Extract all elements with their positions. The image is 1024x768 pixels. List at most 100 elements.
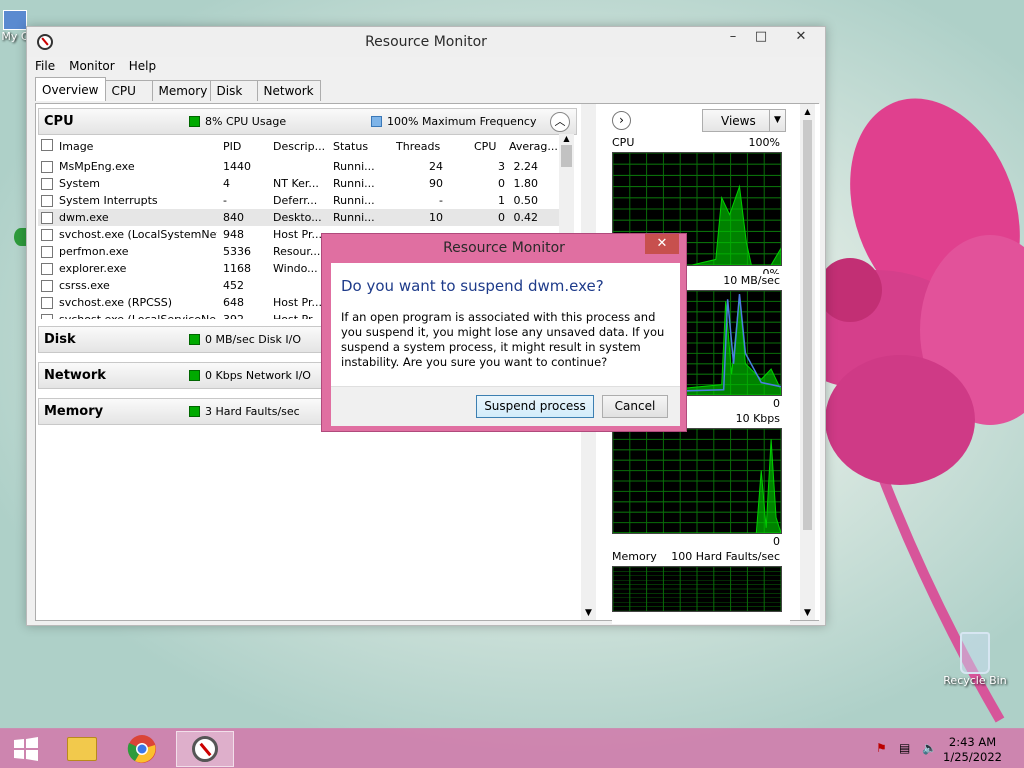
green-square-icon — [189, 370, 200, 381]
views-label: Views — [721, 114, 756, 128]
graph-memory: Memory 100 Hard Faults/sec — [612, 550, 790, 624]
row-checkbox[interactable] — [41, 246, 53, 258]
row-checkbox[interactable] — [41, 280, 53, 292]
start-button[interactable] — [0, 731, 52, 767]
table-row[interactable]: System 4 NT Ker... Runni... 90 0 1.80 — [38, 175, 559, 192]
row-checkbox[interactable] — [41, 314, 53, 319]
cell-image: svchost.exe (RPCSS) — [59, 296, 173, 309]
row-checkbox[interactable] — [41, 229, 53, 241]
network-status-icon[interactable]: ▤ — [899, 741, 910, 755]
col-pid[interactable]: PID — [223, 140, 241, 153]
row-checkbox[interactable] — [41, 263, 53, 275]
cell-pid: 948 — [223, 228, 244, 241]
graphs-scroll-up-icon[interactable]: ▲ — [800, 107, 815, 116]
cell-pid: 1440 — [223, 160, 251, 173]
dialog-close-button[interactable]: ✕ — [645, 234, 679, 254]
tab-memory[interactable]: Memory — [151, 80, 211, 101]
blue-square-icon — [371, 116, 382, 127]
col-status[interactable]: Status — [333, 140, 368, 153]
close-button[interactable]: ✕ — [779, 27, 823, 49]
col-image[interactable]: Image — [59, 140, 93, 153]
graph-name: Memory — [612, 550, 657, 563]
graph-network: Network10 Kbps0 — [612, 412, 790, 548]
cell-desc: Resour... — [273, 245, 321, 258]
clock-date: 1/25/2022 — [943, 750, 1002, 764]
col-average[interactable]: Averag... — [509, 140, 558, 153]
taskbar-chrome[interactable] — [116, 731, 168, 767]
scroll-down-arrow-icon[interactable]: ▼ — [581, 608, 596, 618]
cell-image: System Interrupts — [59, 194, 158, 207]
row-checkbox[interactable] — [41, 195, 53, 207]
windows-logo-icon — [14, 737, 38, 761]
cell-desc: Windo... — [273, 262, 318, 275]
suspend-process-button[interactable]: Suspend process — [476, 395, 594, 418]
col-threads[interactable]: Threads — [396, 140, 440, 153]
cell-desc: Host Pr... — [273, 313, 325, 319]
col-cpu[interactable]: CPU — [474, 140, 496, 153]
menu-help[interactable]: Help — [129, 59, 156, 77]
network-io-text: 0 Kbps Network I/O — [205, 369, 311, 382]
table-row[interactable]: dwm.exe 840 Deskto... Runni... 10 0 0.42 — [38, 209, 559, 226]
recycle-bin[interactable]: Recycle Bin — [942, 632, 1008, 687]
taskbar-resource-monitor[interactable] — [176, 731, 234, 767]
menu-file[interactable]: File — [35, 59, 55, 77]
views-button[interactable]: Views ▼ — [702, 109, 786, 132]
cell-desc: Host Pr... — [273, 296, 322, 309]
window-titlebar[interactable]: Resource Monitor – □ ✕ — [27, 27, 825, 57]
system-clock[interactable]: 2:43 AM 1/25/2022 — [943, 735, 1002, 765]
expand-chevron-right-icon[interactable]: › — [612, 111, 631, 130]
cell-image: csrss.exe — [59, 279, 110, 292]
cell-desc: NT Ker... — [273, 177, 319, 190]
row-checkbox[interactable] — [41, 178, 53, 190]
menu-bar: File Monitor Help — [35, 59, 156, 77]
cell-status: Runni... — [333, 160, 375, 173]
graphs-scroll-down-icon[interactable]: ▼ — [800, 608, 815, 618]
tab-cpu[interactable]: CPU — [104, 80, 153, 101]
cell-pid: 392 — [223, 313, 244, 319]
window-title: Resource Monitor — [365, 34, 487, 50]
col-description[interactable]: Descrip... — [273, 140, 325, 153]
select-all-checkbox[interactable] — [41, 139, 53, 151]
scrollbar-thumb[interactable] — [561, 145, 572, 167]
tab-disk[interactable]: Disk — [209, 80, 258, 101]
scroll-up-arrow-icon[interactable]: ▲ — [559, 134, 574, 143]
memory-section-title: Memory — [44, 404, 104, 419]
tab-overview[interactable]: Overview — [35, 77, 106, 101]
cell-threads: 24 — [429, 160, 443, 173]
cell-image: System — [59, 177, 101, 190]
minimize-button[interactable]: – — [721, 27, 745, 49]
graph-name: CPU — [612, 136, 635, 149]
dropdown-arrow-icon[interactable]: ▼ — [769, 110, 785, 131]
collapse-chevron-up-icon[interactable]: ︿ — [550, 112, 570, 132]
table-row[interactable]: System Interrupts - Deferr... Runni... -1 0.5… — [38, 192, 559, 209]
clock-time: 2:43 AM — [948, 735, 997, 749]
row-checkbox[interactable] — [41, 297, 53, 309]
cell-status: Runni... — [333, 211, 375, 224]
cancel-button[interactable]: Cancel — [602, 395, 668, 418]
menu-monitor[interactable]: Monitor — [69, 59, 115, 77]
cell-status: Runni... — [333, 177, 375, 190]
folder-icon — [67, 737, 97, 761]
taskbar-file-explorer[interactable] — [56, 731, 108, 767]
cell-image: dwm.exe — [59, 211, 109, 224]
row-checkbox[interactable] — [41, 212, 53, 224]
volume-muted-icon[interactable]: 🔈 — [922, 741, 937, 755]
graph-max-label: 100 Hard Faults/sec — [671, 550, 780, 563]
graphs-scrollbar-thumb[interactable] — [803, 120, 812, 530]
row-checkbox[interactable] — [41, 161, 53, 173]
computer-icon — [3, 10, 27, 30]
action-center-flag-icon[interactable]: ⚑ — [876, 741, 887, 755]
cpu-section-header[interactable]: CPU 8% CPU Usage 100% Maximum Frequency … — [38, 108, 577, 135]
maximize-button[interactable]: □ — [749, 27, 773, 49]
recycle-bin-label: Recycle Bin — [943, 674, 1007, 687]
graphs-scrollbar[interactable]: ▲ ▼ — [800, 104, 815, 620]
table-header-row: Image PID Descrip... Status Threads CPU … — [38, 134, 559, 156]
table-row[interactable]: MsMpEng.exe 1440 Runni... 24 3 2.24 — [38, 158, 559, 175]
green-square-icon — [189, 334, 200, 345]
tab-network[interactable]: Network — [256, 80, 321, 101]
cell-pid: 452 — [223, 279, 244, 292]
dialog-footer: Suspend process Cancel — [331, 386, 680, 426]
cell-desc: Deskto... — [273, 211, 322, 224]
cell-desc: Deferr... — [273, 194, 318, 207]
cpu-usage-text: 8% CPU Usage — [205, 115, 287, 128]
